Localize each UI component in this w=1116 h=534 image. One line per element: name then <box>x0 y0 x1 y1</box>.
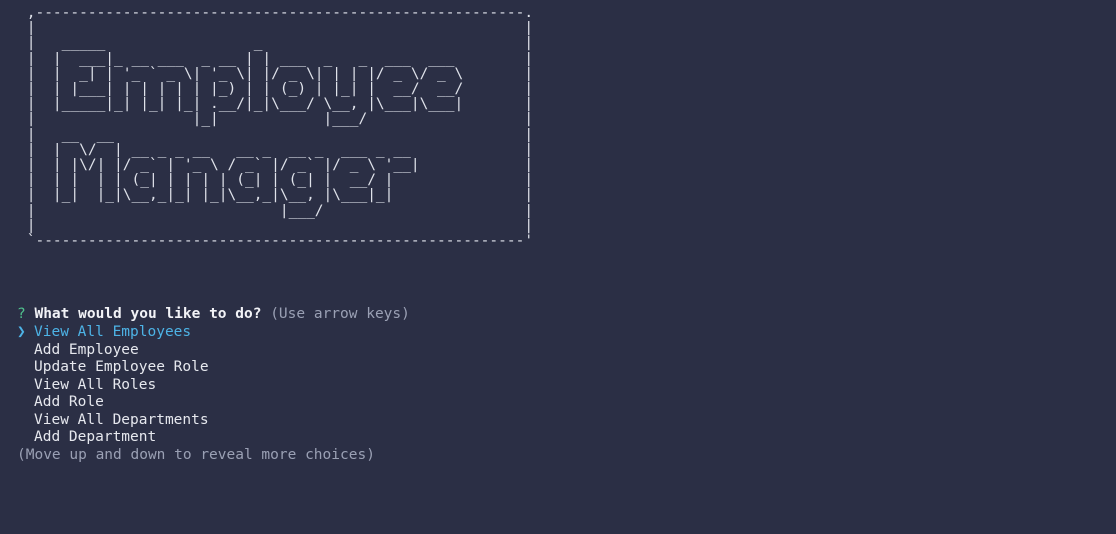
menu-item-label: View All Departments <box>34 411 209 428</box>
menu-item-label: Update Employee Role <box>34 359 209 375</box>
menu-item-view-all-departments[interactable]: View All Departments <box>17 411 209 429</box>
menu-item-view-all-employees[interactable]: ❯ View All Employees <box>17 323 191 341</box>
menu-item-label: Add Role <box>34 394 104 410</box>
menu-item-label: View All Roles <box>34 376 157 393</box>
menu-item-label: Add Department <box>34 429 157 445</box>
question-mark-icon: ? <box>17 306 26 322</box>
ascii-banner: ,---------------------------------------… <box>26 5 534 250</box>
menu-item-add-department[interactable]: Add Department <box>17 428 156 446</box>
terminal-window: ,---------------------------------------… <box>0 0 1116 534</box>
prompt-line: ? What would you like to do? (Use arrow … <box>17 305 410 323</box>
menu-item-add-role[interactable]: Add Role <box>17 393 104 411</box>
menu-item-label: View All Employees <box>34 324 192 340</box>
menu-item-label: Add Employee <box>34 341 139 358</box>
menu-item-update-employee-role[interactable]: Update Employee Role <box>17 358 209 376</box>
prompt-hint: (Use arrow keys) <box>270 306 410 322</box>
more-choices-hint: (Move up and down to reveal more choices… <box>17 447 375 463</box>
prompt-question: What would you like to do? <box>34 306 262 322</box>
menu-item-add-employee[interactable]: Add Employee <box>17 341 139 359</box>
menu-item-view-all-roles[interactable]: View All Roles <box>17 376 156 394</box>
selection-pointer-icon: ❯ <box>17 324 26 340</box>
